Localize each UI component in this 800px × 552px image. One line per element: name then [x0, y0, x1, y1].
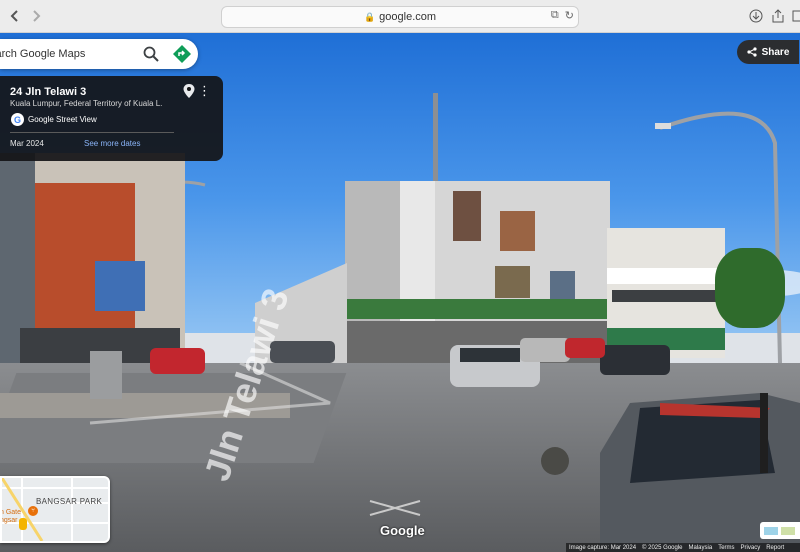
- terms-link[interactable]: Terms: [718, 545, 734, 551]
- scene-road-art: [89, 338, 800, 552]
- mini-map-poi-label: n Gate ngsar: [0, 509, 22, 524]
- report-link[interactable]: Report: [766, 545, 784, 551]
- location-title: 24 Jln Telawi 3: [10, 86, 87, 98]
- directions-icon[interactable]: [172, 44, 192, 64]
- pegman-icon[interactable]: [19, 518, 27, 530]
- privacy-link[interactable]: Privacy: [741, 545, 761, 551]
- search-input[interactable]: Search Google Maps: [0, 48, 102, 60]
- more-options-icon[interactable]: ⋮: [198, 83, 211, 99]
- reload-icon[interactable]: ↻: [565, 9, 574, 22]
- chevron-right-icon[interactable]: [26, 6, 46, 26]
- search-icon[interactable]: [142, 45, 160, 63]
- image-capture-text: Image capture: Mar 2024: [569, 544, 637, 551]
- trees: [715, 248, 785, 328]
- address-text: google.com: [379, 11, 437, 23]
- share-button[interactable]: Share: [737, 40, 799, 64]
- location-subtitle: Kuala Lumpur, Federal Territory of Kuala…: [10, 99, 162, 108]
- restaurant-icon[interactable]: ⑂: [28, 506, 38, 516]
- street-view-source: Google Street View: [28, 115, 97, 124]
- mini-map[interactable]: BANGSAR PARK ⑂ n Gate ngsar: [0, 476, 110, 543]
- lock-icon: 🔒: [363, 11, 376, 22]
- google-watermark: Google: [380, 523, 425, 538]
- address-bar[interactable]: 🔒 google.com ⧉ ↻: [221, 6, 579, 28]
- download-icon[interactable]: [746, 6, 766, 26]
- capture-date: Mar 2024: [10, 139, 44, 148]
- mini-map-area-label: BANGSAR PARK: [36, 497, 103, 506]
- share-label: Share: [761, 46, 790, 58]
- location-pin-icon[interactable]: [183, 84, 195, 98]
- search-box[interactable]: Search Google Maps: [0, 39, 198, 69]
- country-link[interactable]: Malaysia: [689, 545, 713, 551]
- google-g-icon: G: [11, 113, 24, 126]
- copyright-text: © 2025 Google: [642, 544, 683, 551]
- see-more-dates-link[interactable]: See more dates: [84, 139, 140, 148]
- share-icon: [746, 47, 757, 57]
- divider: [10, 132, 174, 133]
- attribution-bar: Image capture: Mar 2024 © 2025 Google Ma…: [566, 543, 800, 552]
- browser-toolbar: 🔒 google.com ⧉ ↻: [0, 0, 800, 33]
- share-sheet-icon[interactable]: [768, 6, 788, 26]
- location-info-card: 24 Jln Telawi 3 Kuala Lumpur, Federal Te…: [0, 76, 223, 161]
- translate-icon[interactable]: ⧉: [551, 9, 559, 22]
- chevron-left-icon[interactable]: [5, 6, 25, 26]
- tabs-icon[interactable]: [788, 6, 800, 26]
- layers-thumbnail-icon[interactable]: [760, 522, 800, 539]
